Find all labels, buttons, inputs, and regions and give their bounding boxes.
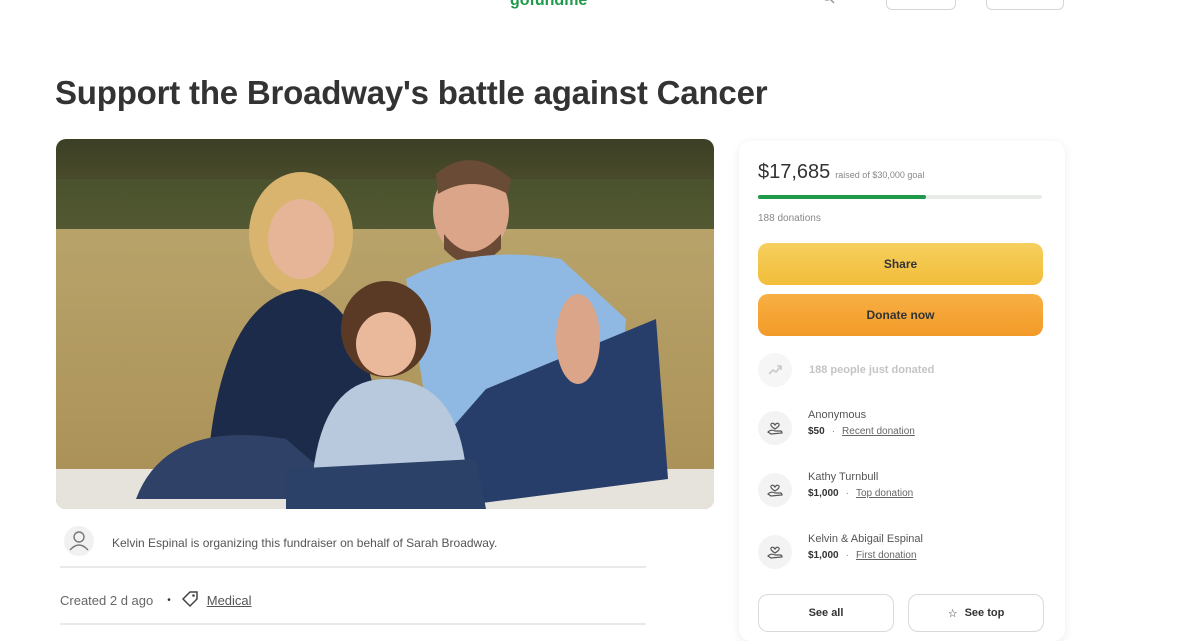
- donation-type-link[interactable]: Recent donation: [842, 426, 915, 437]
- donor-amount: $50: [808, 426, 825, 437]
- top-nav: · · · · gofundme: [0, 0, 1196, 14]
- donation-type-link[interactable]: First donation: [856, 550, 917, 561]
- donor-name: Kelvin & Abigail Espinal: [808, 533, 923, 545]
- gofundme-logo[interactable]: gofundme: [510, 0, 587, 10]
- fundraiser-meta: Created 2 d ago • Medical: [60, 590, 252, 611]
- progress-fill: [758, 195, 926, 199]
- progress-bar: [758, 195, 1042, 199]
- user-icon: [64, 526, 94, 556]
- share-button[interactable]: Share: [758, 243, 1043, 285]
- start-fundraiser-button[interactable]: [986, 0, 1064, 10]
- donor-amount: $1,000: [808, 550, 839, 561]
- created-date: Created 2 d ago: [60, 593, 154, 608]
- donor-hand-heart-icon: [758, 535, 792, 569]
- trend-row: 188 people just donated: [758, 353, 934, 387]
- donor-hand-heart-icon: [758, 473, 792, 507]
- raised-amount: $17,685: [758, 161, 831, 183]
- nav-links[interactable]: · · · ·: [60, 0, 109, 8]
- donor-item: Kathy Turnbull $1,000 · Top donation: [758, 471, 913, 507]
- trending-icon: [758, 353, 792, 387]
- organizer-row: Kelvin Espinal is organizing this fundra…: [60, 522, 646, 568]
- see-top-label: See top: [964, 607, 1005, 619]
- donation-type-link[interactable]: Top donation: [856, 488, 913, 499]
- see-top-button[interactable]: ☆ See top: [908, 594, 1044, 632]
- search-icon[interactable]: [822, 0, 852, 6]
- meta-separator: •: [167, 595, 171, 606]
- star-icon: ☆: [947, 607, 958, 620]
- trend-text: 188 people just donated: [809, 364, 935, 376]
- tag-icon: [181, 590, 199, 611]
- hero-photo: [56, 139, 714, 509]
- goal-text: raised of $30,000 goal: [835, 170, 925, 180]
- donor-item: Kelvin & Abigail Espinal $1,000 · First do…: [758, 533, 923, 569]
- divider: [60, 623, 646, 625]
- page-title: Support the Broadway's battle against Ca…: [55, 74, 768, 111]
- donor-amount: $1,000: [808, 488, 839, 499]
- donation-count: 188 donations: [758, 213, 821, 224]
- see-all-button[interactable]: See all: [758, 594, 894, 632]
- donor-name: Anonymous: [808, 409, 867, 421]
- donation-card: $17,685 raised of $30,000 goal 188 donat…: [739, 141, 1065, 641]
- organizer-text: Kelvin Espinal is organizing this fundra…: [112, 536, 498, 550]
- donate-now-button[interactable]: Donate now: [758, 294, 1043, 336]
- donor-item: Anonymous $50 · Recent donation: [758, 409, 915, 445]
- donor-hand-heart-icon: [758, 411, 792, 445]
- donor-name: Kathy Turnbull: [808, 471, 879, 483]
- sign-in-button[interactable]: [886, 0, 956, 10]
- raised-summary: $17,685 raised of $30,000 goal: [758, 161, 924, 184]
- category-link[interactable]: Medical: [207, 593, 252, 608]
